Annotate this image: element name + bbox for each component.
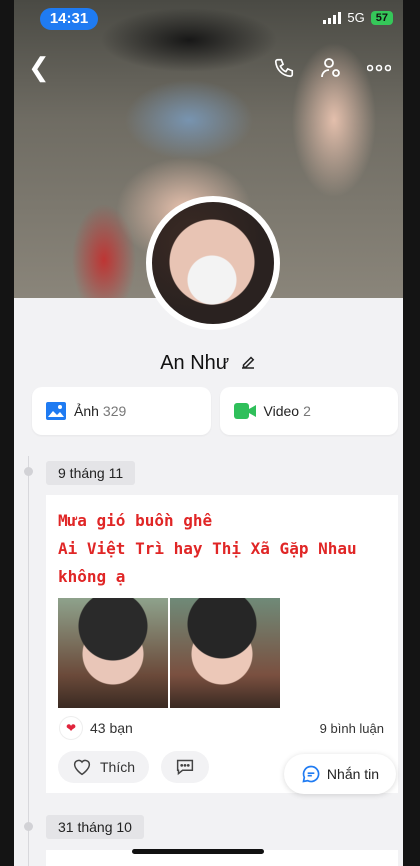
network-label: 5G [347, 10, 365, 25]
reaction-summary[interactable]: ❤ 43 bạn [60, 717, 133, 739]
videos-count: 2 [303, 403, 311, 419]
post-text-line: không ạ [58, 567, 126, 586]
timeline-dot [24, 467, 33, 476]
post-text-line: Mưa gió buồn ghê [58, 511, 213, 530]
home-indicator[interactable] [132, 849, 264, 854]
heart-reaction-icon: ❤ [60, 717, 82, 739]
status-time: 14:31 [40, 8, 98, 30]
avatar[interactable] [152, 202, 274, 324]
timeline-line [28, 456, 29, 866]
post-card[interactable]: Mưa gió buồn ghê Ai Việt Trì hay Thị Xã … [46, 495, 398, 793]
post-actions: Thích [58, 751, 210, 783]
top-bar: ❮ [14, 52, 403, 82]
status-indicators: 5G 57 [323, 10, 393, 25]
media-cards: Ảnh 329 Video 2 [32, 387, 398, 435]
photos-count: 329 [102, 403, 127, 419]
edit-name-icon[interactable] [239, 353, 257, 371]
photos-label: Ảnh [74, 403, 99, 419]
back-icon[interactable]: ❮ [28, 54, 50, 80]
videos-label: Video [263, 403, 300, 419]
like-label: Thích [100, 759, 136, 775]
heart-icon [73, 759, 91, 776]
video-icon [233, 403, 256, 419]
videos-card[interactable]: Video 2 [219, 387, 398, 435]
profile-name: An Như [160, 352, 230, 374]
comment-button[interactable] [161, 751, 210, 783]
profile-name-row: An Như [14, 352, 403, 375]
comment-icon [176, 759, 194, 776]
post-photo[interactable] [58, 598, 168, 708]
status-bar: 14:31 5G 57 [14, 8, 403, 30]
comment-count[interactable]: 9 bình luận [320, 721, 384, 736]
post-text-line: Ai Việt Trì hay Thị Xã Gặp Nhau [58, 539, 357, 558]
avatar-frame [146, 196, 280, 330]
battery-icon: 57 [370, 10, 393, 25]
post-date: 9 tháng 11 [46, 461, 136, 485]
post-date: 31 tháng 10 [46, 815, 144, 839]
profile-settings-icon[interactable] [319, 56, 343, 80]
phone-icon[interactable] [273, 57, 295, 79]
timeline-dot [24, 822, 33, 831]
more-icon[interactable] [367, 64, 391, 72]
reaction-count: 43 bạn [90, 720, 133, 736]
top-actions [273, 56, 391, 80]
post-photo[interactable] [170, 598, 280, 708]
message-button[interactable]: Nhắn tin [284, 754, 396, 794]
post-text: Mưa gió buồn ghê Ai Việt Trì hay Thị Xã … [58, 507, 388, 591]
image-icon [46, 402, 66, 420]
photos-card[interactable]: Ảnh 329 [32, 387, 211, 435]
message-label: Nhắn tin [326, 766, 380, 782]
profile-screen: 14:31 5G 57 ❮ An Như Ảnh 329 Video 2 9 t… [14, 0, 403, 866]
signal-icon [323, 11, 342, 24]
chat-icon [302, 765, 320, 783]
like-button[interactable]: Thích [58, 751, 150, 783]
